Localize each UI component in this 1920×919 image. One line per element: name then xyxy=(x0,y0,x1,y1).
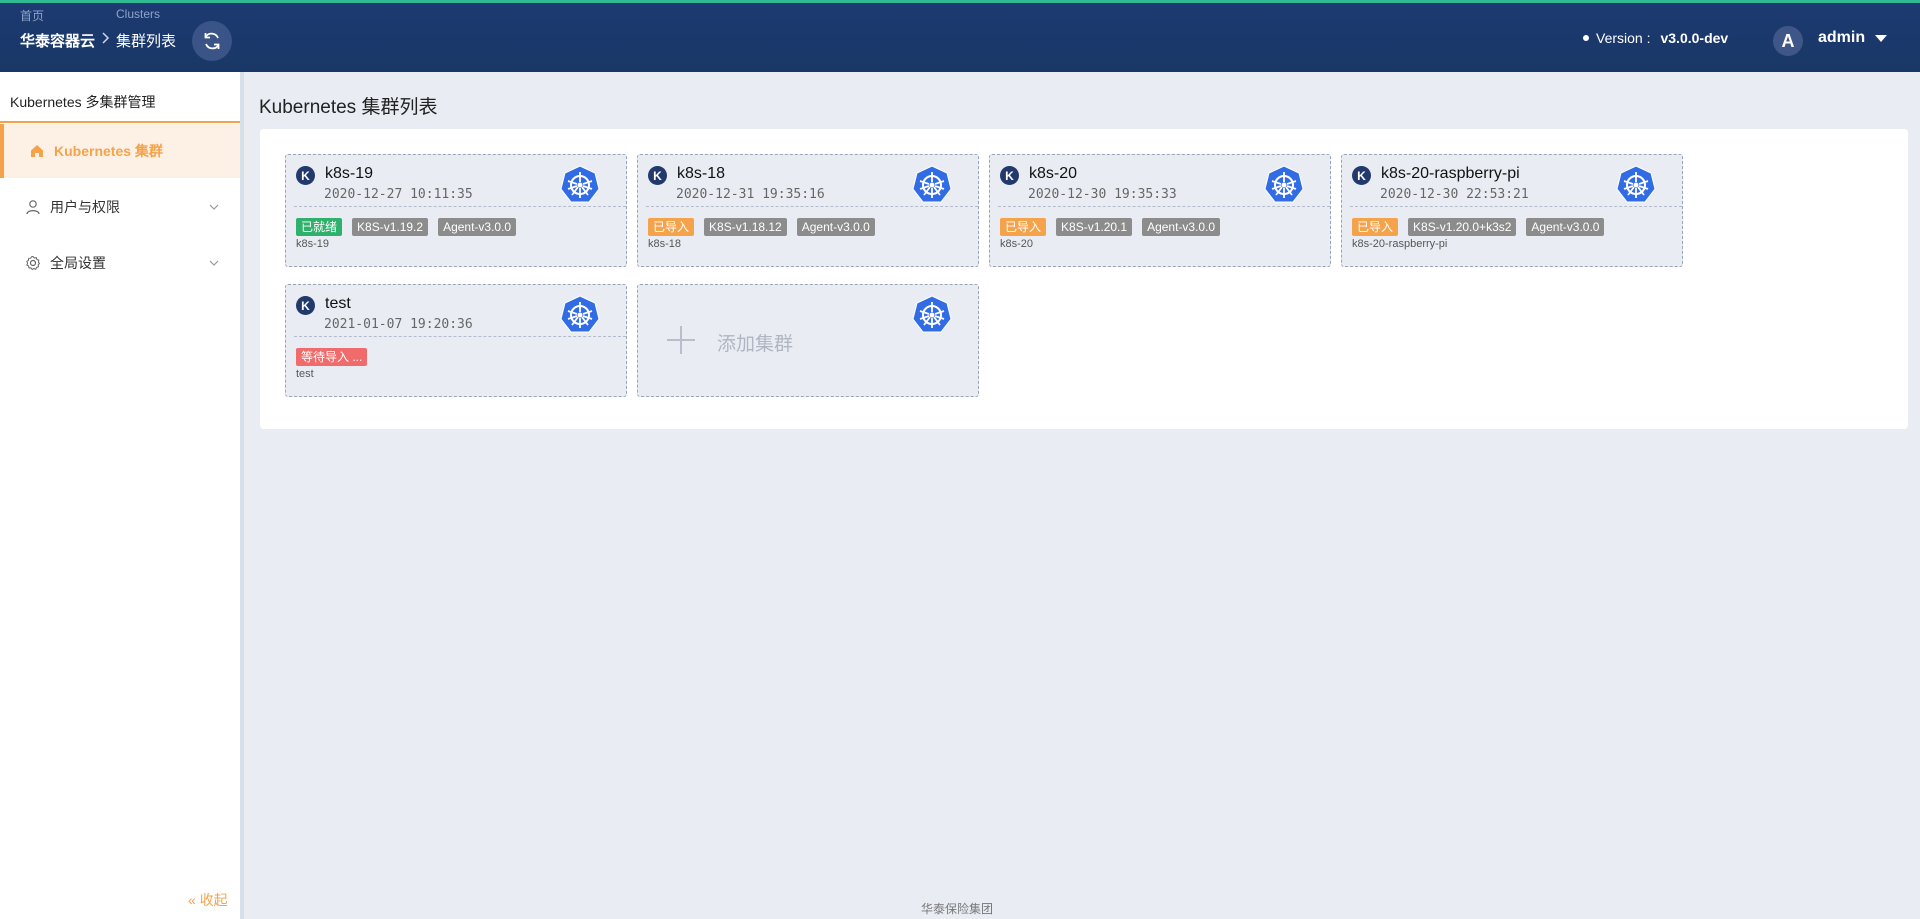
cluster-list-panel: K k8s-19 2020-12-27 10:11:35 已就绪 K8S-v1.1… xyxy=(260,129,1908,429)
cluster-name[interactable]: k8s-18 xyxy=(677,165,725,183)
cluster-tag: K8S-v1.20.0+k3s2 xyxy=(1408,218,1517,236)
cluster-created-time: 2020-12-30 19:35:33 xyxy=(1028,187,1177,202)
cluster-tags: 已导入 K8S-v1.20.1 Agent-v3.0.0 xyxy=(1000,218,1221,236)
card-divider xyxy=(646,206,978,207)
cluster-description: k8s-19 xyxy=(296,238,330,250)
cluster-tag: K8S-v1.19.2 xyxy=(352,218,429,236)
kubernetes-logo-icon xyxy=(559,294,601,336)
cluster-created-time: 2021-01-07 19:20:36 xyxy=(324,317,473,332)
cluster-created-time: 2020-12-27 10:11:35 xyxy=(324,187,473,202)
cluster-tags: 等待导入 ... xyxy=(296,348,368,366)
sidebar-item-global-settings[interactable]: 全局设置 xyxy=(0,236,240,290)
sidebar-item-kubernetes-clusters[interactable]: Kubernetes 集群 xyxy=(0,124,240,178)
cluster-tag: 已导入 xyxy=(648,218,695,236)
collapse-label: 收起 xyxy=(199,892,228,908)
cluster-tag: Agent-v3.0.0 xyxy=(1526,218,1605,236)
cluster-description: k8s-20-raspberry-pi xyxy=(1352,238,1448,250)
card-divider xyxy=(294,206,626,207)
cluster-created-time: 2020-12-30 22:53:21 xyxy=(1380,187,1529,202)
breadcrumb-home[interactable]: 华泰容器云 xyxy=(20,30,95,51)
cluster-card[interactable]: K k8s-20-raspberry-pi 2020-12-30 22:53:2… xyxy=(1341,154,1683,267)
cluster-tag: K8S-v1.20.1 xyxy=(1056,218,1133,236)
kubernetes-logo-icon xyxy=(911,164,953,206)
cluster-tag: 已导入 xyxy=(1000,218,1047,236)
chevron-down-icon xyxy=(209,204,219,210)
kubernetes-logo-icon xyxy=(1615,164,1657,206)
cluster-badge-icon: K xyxy=(296,166,315,185)
collapse-sidebar-button[interactable]: « 收起 xyxy=(188,890,228,910)
kubernetes-logo-icon xyxy=(911,294,953,336)
caret-down-icon xyxy=(1875,34,1888,42)
page-title: Kubernetes 集群列表 xyxy=(259,97,438,118)
cluster-tag: Agent-v3.0.0 xyxy=(1142,218,1221,236)
card-divider xyxy=(294,336,626,337)
version-info: Version : v3.0.0-dev xyxy=(1583,30,1728,46)
cluster-tags: 已导入 K8S-v1.18.12 Agent-v3.0.0 xyxy=(648,218,875,236)
footer-text: 华泰保险集团 xyxy=(921,902,994,916)
cluster-tag: 已导入 xyxy=(1352,218,1399,236)
chevron-down-icon xyxy=(209,260,219,266)
sidebar-item-users-permissions[interactable]: 用户与权限 xyxy=(0,180,240,234)
version-label: Version : xyxy=(1596,30,1651,46)
sidebar-item-label: 用户与权限 xyxy=(50,199,120,215)
add-cluster-label: 添加集群 xyxy=(717,334,794,355)
sidebar-item-label: Kubernetes 集群 xyxy=(54,143,163,159)
double-chevron-left-icon: « xyxy=(188,892,196,908)
version-value: v3.0.0-dev xyxy=(1660,30,1729,46)
card-divider xyxy=(1350,206,1682,207)
sidebar-item-label: 全局设置 xyxy=(50,255,106,271)
cluster-tags: 已导入 K8S-v1.20.0+k3s2 Agent-v3.0.0 xyxy=(1352,218,1605,236)
refresh-icon xyxy=(204,32,220,50)
breadcrumb-hint-clusters: Clusters xyxy=(116,7,161,21)
breadcrumb-hint-home: 首页 xyxy=(20,9,45,23)
avatar[interactable]: A xyxy=(1773,26,1803,56)
user-menu[interactable]: admin xyxy=(1818,29,1888,47)
sidebar: Kubernetes 多集群管理 Kubernetes 集群 用户与权限 全局设… xyxy=(0,72,244,919)
cluster-created-time: 2020-12-31 19:35:16 xyxy=(676,187,825,202)
refresh-button[interactable] xyxy=(192,21,232,61)
cluster-name[interactable]: k8s-20-raspberry-pi xyxy=(1381,165,1520,183)
cluster-tag: Agent-v3.0.0 xyxy=(796,218,875,236)
sidebar-title-underline xyxy=(0,121,240,123)
cluster-tag: K8S-v1.18.12 xyxy=(704,218,787,236)
top-header: 首页 Clusters 华泰容器云 集群列表 Version : v3.0.0-… xyxy=(0,0,1920,72)
add-cluster-card[interactable]: 添加集群 xyxy=(637,284,979,397)
breadcrumb-clusters: 集群列表 xyxy=(116,33,177,50)
sidebar-title: Kubernetes 多集群管理 xyxy=(10,94,156,110)
cluster-card[interactable]: K k8s-20 2020-12-30 19:35:33 已导入 K8S-v1.2… xyxy=(989,154,1331,267)
username: admin xyxy=(1818,29,1866,46)
cluster-card[interactable]: K k8s-18 2020-12-31 19:35:16 已导入 K8S-v1.1… xyxy=(637,154,979,267)
cluster-name[interactable]: k8s-19 xyxy=(325,165,373,183)
cluster-name[interactable]: k8s-20 xyxy=(1029,165,1077,183)
cluster-tag: Agent-v3.0.0 xyxy=(438,218,517,236)
cluster-card[interactable]: K k8s-19 2020-12-27 10:11:35 已就绪 K8S-v1.1… xyxy=(285,154,627,267)
cluster-badge-icon: K xyxy=(1000,166,1019,185)
cluster-tag: 等待导入 ... xyxy=(296,348,368,366)
cluster-badge-icon: K xyxy=(1352,166,1371,185)
card-divider xyxy=(998,206,1330,207)
cluster-name[interactable]: test xyxy=(325,295,351,313)
cluster-badge-icon: K xyxy=(296,296,315,315)
user-icon xyxy=(24,198,42,216)
cluster-badge-icon: K xyxy=(648,166,667,185)
cluster-description: test xyxy=(296,368,314,380)
home-icon xyxy=(28,142,46,160)
kubernetes-logo-icon xyxy=(559,164,601,206)
kubernetes-logo-icon xyxy=(1263,164,1305,206)
plus-icon xyxy=(666,325,696,355)
cluster-tags: 已就绪 K8S-v1.19.2 Agent-v3.0.0 xyxy=(296,218,517,236)
cluster-card[interactable]: K test 2021-01-07 19:20:36 等待导入 ... test xyxy=(285,284,627,397)
cluster-description: k8s-18 xyxy=(648,238,682,250)
cluster-description: k8s-20 xyxy=(1000,238,1034,250)
chevron-right-icon xyxy=(102,32,110,44)
status-dot-icon xyxy=(1583,35,1589,41)
gear-icon xyxy=(24,254,42,272)
cluster-tag: 已就绪 xyxy=(296,218,343,236)
